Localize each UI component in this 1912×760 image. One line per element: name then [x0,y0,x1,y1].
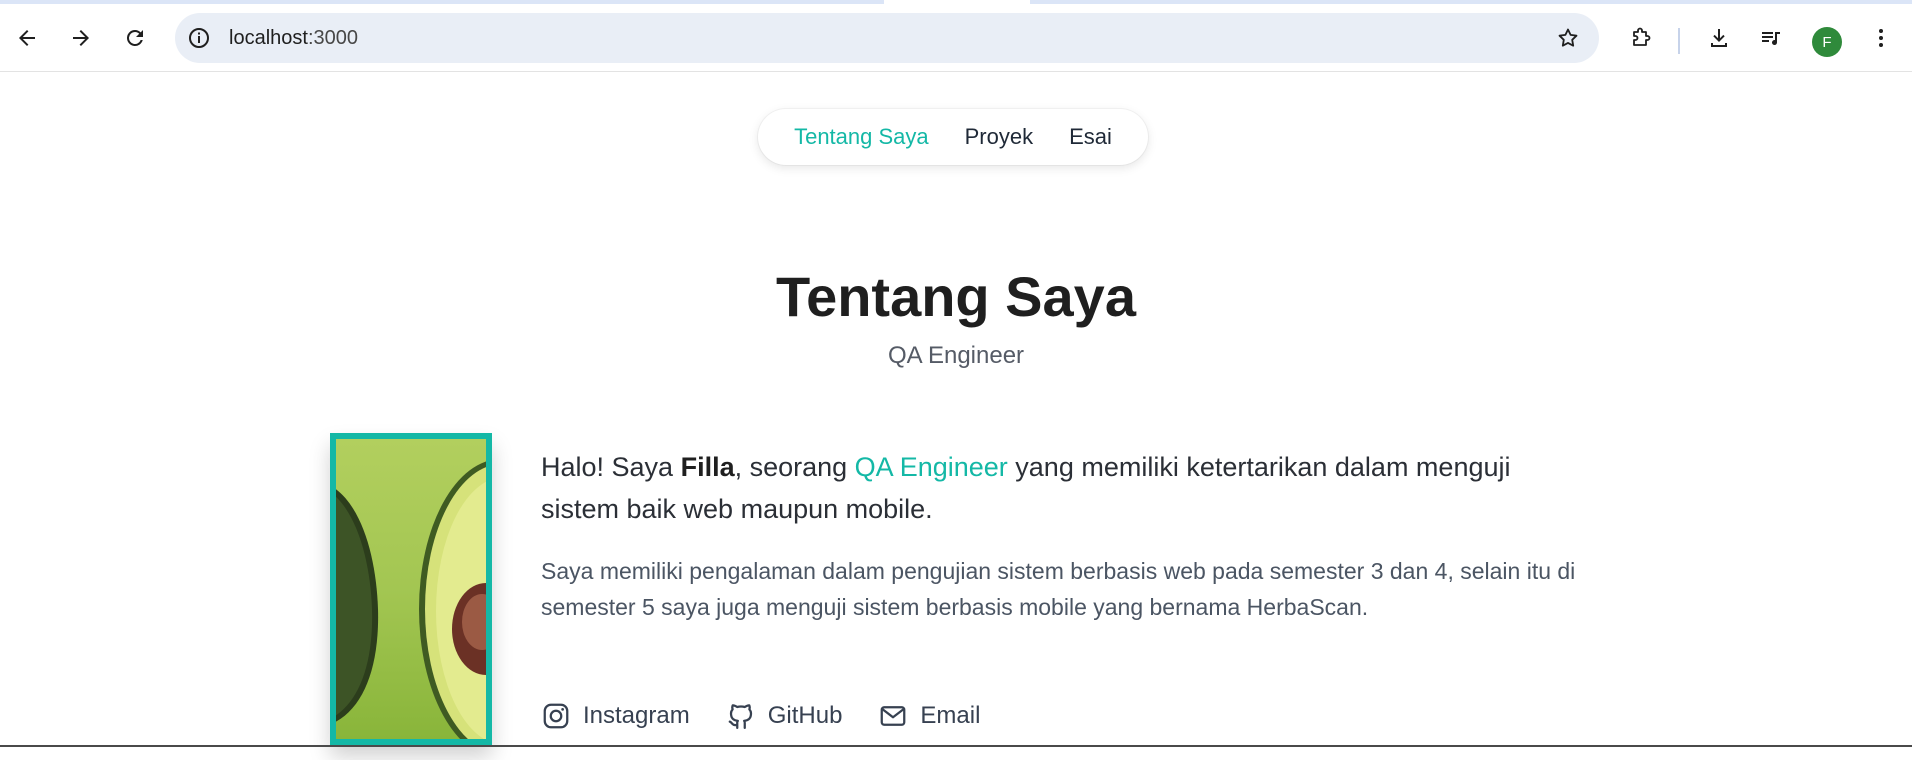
download-button[interactable] [1699,18,1739,58]
back-button[interactable] [7,18,47,58]
url-text[interactable]: localhost:3000 [229,27,358,49]
viewport-bottom-edge [0,745,1912,747]
page-subtitle: QA Engineer [887,342,1025,369]
github-link[interactable]: GitHub [726,701,843,731]
mail-icon [881,706,906,726]
extensions-button[interactable] [1621,18,1661,58]
site-info-icon[interactable] [186,25,212,51]
media-controls-button[interactable] [1751,18,1791,58]
reload-button[interactable] [115,18,155,58]
github-label: GitHub [767,702,843,729]
github-icon [728,704,752,729]
download-icon [1711,29,1727,47]
star-icon[interactable] [1555,25,1581,51]
profile-photo [330,433,492,745]
address-bar[interactable]: localhost:3000 [175,13,1599,63]
nav-item-proyek[interactable]: Proyek [965,124,1033,150]
intro-prefix: Halo! Saya [541,452,681,482]
instagram-link[interactable]: Instagram [541,701,690,731]
nav-item-esai[interactable]: Esai [1069,124,1112,150]
forward-button[interactable] [61,18,101,58]
email-label: Email [920,702,981,729]
forward-arrow-icon [73,30,89,46]
detail-paragraph: Saya memiliki pengalaman dalam pengujian… [541,558,1576,620]
instagram-icon [543,703,569,729]
more-vert-icon [1879,29,1883,47]
profile-avatar[interactable]: F [1812,27,1842,57]
profile-initial: F [1822,33,1832,51]
reload-icon [126,29,143,46]
nav-item-tentang-saya[interactable]: Tentang Saya [794,124,929,150]
intro-name: Filla [680,452,735,482]
menu-button[interactable] [1861,18,1901,58]
email-link[interactable]: Email [878,701,980,731]
media-controls-icon [1762,32,1780,45]
back-arrow-icon [19,30,35,46]
page-title: Tentang Saya [776,265,1136,328]
intro-mid: , seorang [734,452,855,482]
url-host: localhost [229,27,308,49]
browser-toolbar: localhost:3000 F [0,4,1912,72]
social-links: Instagram GitHub Email [541,699,980,733]
site-nav: Tentang Saya Proyek Esai [758,109,1148,165]
instagram-label: Instagram [583,702,690,729]
url-port: :3000 [307,27,358,49]
toolbar-divider [1678,28,1680,54]
intro-role: QA Engineer [854,452,1008,482]
extensions-icon [1633,27,1651,46]
intro-paragraph: Halo! Saya Filla, seorang QA Engineer ya… [541,446,1581,530]
